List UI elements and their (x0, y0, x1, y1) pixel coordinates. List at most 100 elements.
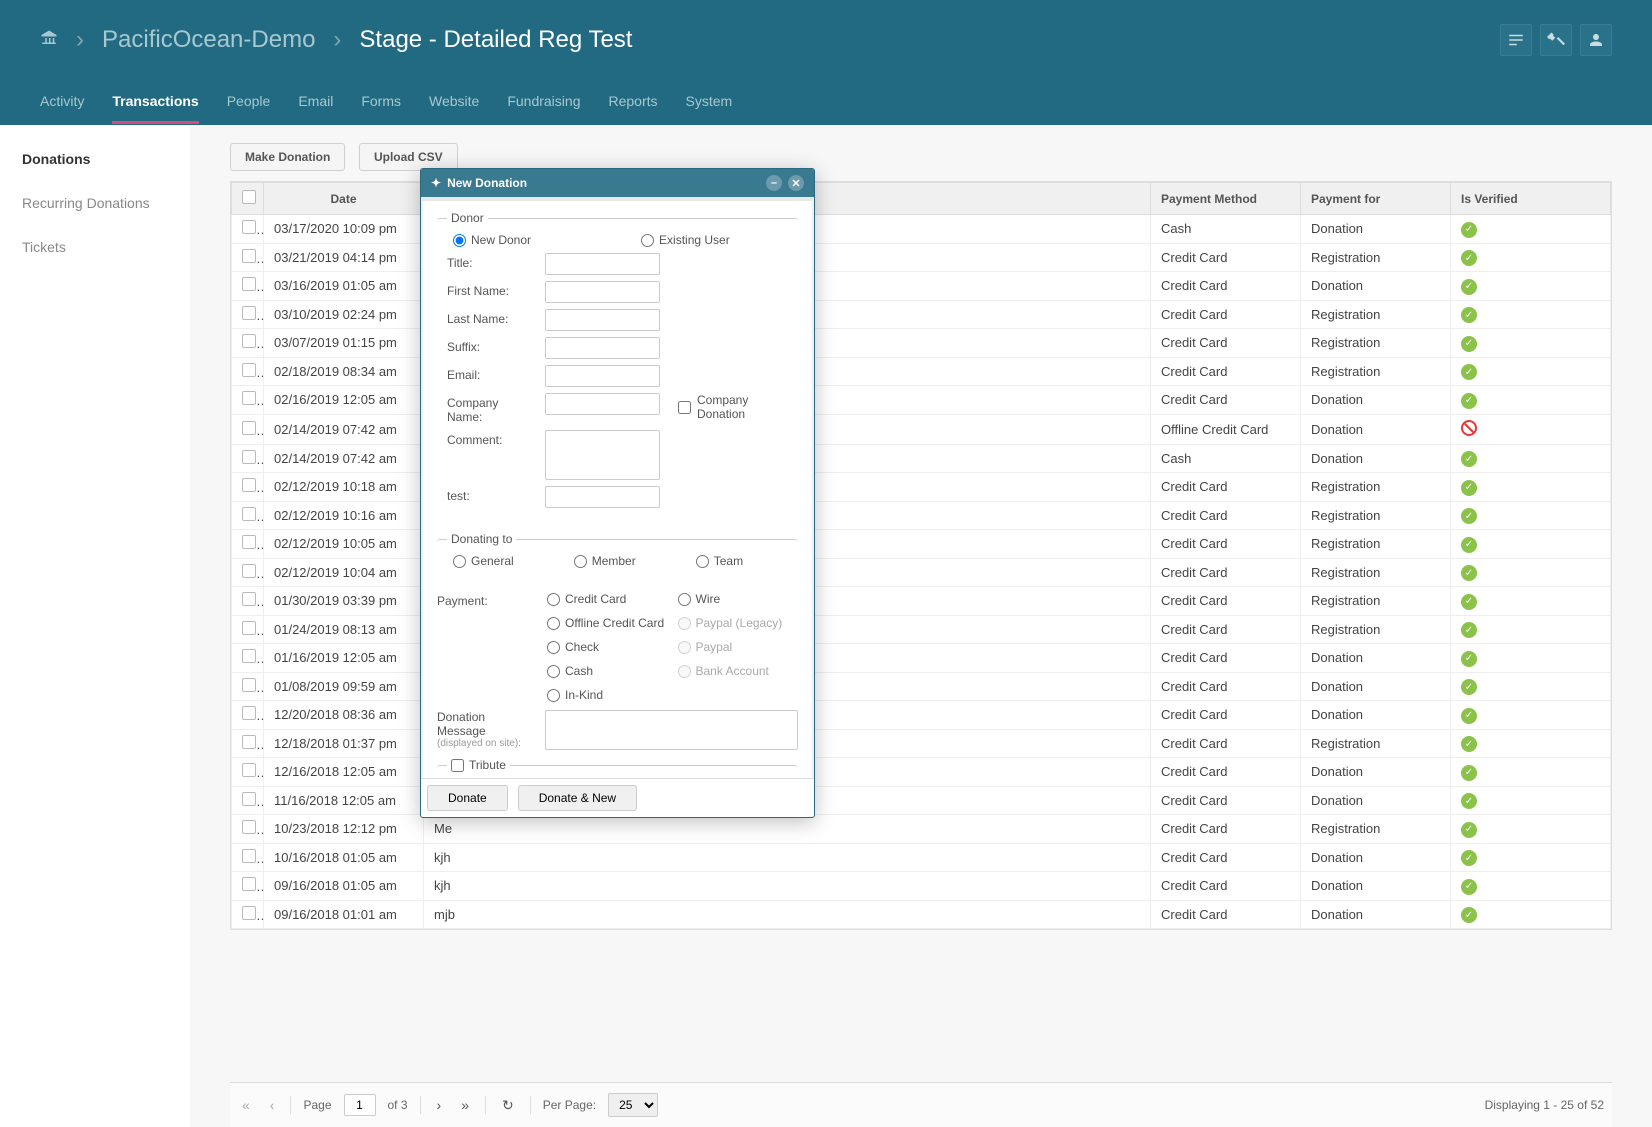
last-name-input[interactable] (545, 309, 660, 331)
cell-method: Credit Card (1151, 329, 1301, 358)
wire-radio[interactable] (678, 593, 691, 606)
nav-item-activity[interactable]: Activity (40, 81, 84, 124)
nav-item-transactions[interactable]: Transactions (112, 81, 198, 124)
credit-card-radio[interactable] (547, 593, 560, 606)
cell-for: Registration (1301, 587, 1451, 616)
cell-verified: ✓ (1451, 558, 1611, 587)
check-radio[interactable] (547, 641, 560, 654)
row-checkbox (242, 706, 256, 720)
donate-button[interactable]: Donate (427, 785, 508, 811)
row-checkbox (242, 820, 256, 834)
close-icon[interactable]: ✕ (788, 175, 804, 191)
cell-for: Donation (1301, 701, 1451, 730)
cell-donor: Me (424, 815, 1151, 844)
pager-refresh-icon[interactable]: ↻ (498, 1095, 518, 1116)
cell-method: Credit Card (1151, 558, 1301, 587)
company-donation-checkbox[interactable] (678, 401, 691, 414)
offline-cc-radio[interactable] (547, 617, 560, 630)
new-donor-radio[interactable] (453, 234, 466, 247)
pager-prev-icon[interactable]: ‹ (266, 1095, 279, 1115)
cell-for: Donation (1301, 900, 1451, 929)
sidebar-item-recurring-donations[interactable]: Recurring Donations (0, 181, 190, 225)
cell-method: Credit Card (1151, 758, 1301, 787)
cell-for: Registration (1301, 357, 1451, 386)
nav-item-people[interactable]: People (227, 81, 271, 124)
upload-csv-button[interactable]: Upload CSV (359, 143, 458, 171)
nav-item-forms[interactable]: Forms (361, 81, 401, 124)
pager-page-input[interactable] (344, 1094, 376, 1116)
verified-ok-icon: ✓ (1461, 336, 1477, 352)
cell-date: 03/17/2020 10:09 pm (264, 215, 424, 244)
email-input[interactable] (545, 365, 660, 387)
member-radio[interactable] (574, 555, 587, 568)
pager-of-total: of 3 (388, 1098, 408, 1112)
nav-item-reports[interactable]: Reports (608, 81, 657, 124)
existing-user-radio[interactable] (641, 234, 654, 247)
minimize-icon[interactable]: – (766, 175, 782, 191)
first-name-input[interactable] (545, 281, 660, 303)
cell-method: Credit Card (1151, 587, 1301, 616)
tools-icon-button[interactable] (1540, 24, 1572, 56)
cell-method: Credit Card (1151, 900, 1301, 929)
cell-date: 09/16/2018 01:01 am (264, 900, 424, 929)
cell-verified: ✓ (1451, 786, 1611, 815)
table-row[interactable]: 10/16/2018 01:05 amkjhCredit CardDonatio… (232, 843, 1611, 872)
table-row[interactable]: 09/16/2018 01:05 amkjhCredit CardDonatio… (232, 872, 1611, 901)
pager-first-icon[interactable]: « (238, 1095, 254, 1115)
cell-for: Donation (1301, 444, 1451, 473)
team-radio[interactable] (696, 555, 709, 568)
verified-ok-icon: ✓ (1461, 393, 1477, 409)
org-link[interactable]: PacificOcean-Demo (102, 26, 315, 54)
pager-perpage-select[interactable]: 25 (608, 1093, 658, 1117)
cell-for: Registration (1301, 473, 1451, 502)
donate-and-new-button[interactable]: Donate & New (518, 785, 637, 811)
title-input[interactable] (545, 253, 660, 275)
cell-verified: ✓ (1451, 615, 1611, 644)
in-kind-radio[interactable] (547, 689, 560, 702)
company-name-input[interactable] (545, 393, 660, 415)
breadcrumb: › PacificOcean-Demo › Stage - Detailed R… (40, 26, 632, 54)
cell-donor: kjh (424, 843, 1151, 872)
donation-message-textarea[interactable] (545, 710, 798, 750)
row-checkbox (242, 507, 256, 521)
verified-ok-icon: ✓ (1461, 822, 1477, 838)
cell-for: Donation (1301, 786, 1451, 815)
cash-radio[interactable] (547, 665, 560, 678)
cell-verified: ✓ (1451, 473, 1611, 502)
table-row[interactable]: 09/16/2018 01:01 ammjbCredit CardDonatio… (232, 900, 1611, 929)
cell-for: Donation (1301, 386, 1451, 415)
pager-last-icon[interactable]: » (457, 1095, 473, 1115)
make-donation-button[interactable]: Make Donation (230, 143, 345, 171)
cell-method: Credit Card (1151, 872, 1301, 901)
test-input[interactable] (545, 486, 660, 508)
row-checkbox (242, 792, 256, 806)
pager-next-icon[interactable]: › (433, 1095, 446, 1115)
bank-icon (40, 26, 58, 54)
nav-item-system[interactable]: System (686, 81, 733, 124)
user-icon-button[interactable] (1580, 24, 1612, 56)
col-is-verified[interactable]: Is Verified (1451, 183, 1611, 215)
general-radio[interactable] (453, 555, 466, 568)
sidebar-item-donations[interactable]: Donations (0, 137, 190, 181)
list-icon-button[interactable] (1500, 24, 1532, 56)
table-row[interactable]: 10/23/2018 12:12 pmMeCredit CardRegistra… (232, 815, 1611, 844)
cell-for: Registration (1301, 615, 1451, 644)
sidebar-item-tickets[interactable]: Tickets (0, 225, 190, 269)
suffix-input[interactable] (545, 337, 660, 359)
row-checkbox (242, 906, 256, 920)
nav-item-fundraising[interactable]: Fundraising (507, 81, 580, 124)
cell-for: Registration (1301, 815, 1451, 844)
cell-verified: ✓ (1451, 587, 1611, 616)
tribute-checkbox[interactable] (451, 759, 464, 772)
cell-date: 03/10/2019 02:24 pm (264, 300, 424, 329)
nav-item-email[interactable]: Email (298, 81, 333, 124)
cell-method: Cash (1151, 215, 1301, 244)
col-payment-for[interactable]: Payment for (1301, 183, 1451, 215)
cell-for: Registration (1301, 530, 1451, 559)
nav-item-website[interactable]: Website (429, 81, 479, 124)
col-date[interactable]: Date (264, 183, 424, 215)
col-payment-method[interactable]: Payment Method (1151, 183, 1301, 215)
comment-textarea[interactable] (545, 430, 660, 480)
row-checkbox (242, 649, 256, 663)
pager-page-label: Page (303, 1098, 331, 1112)
